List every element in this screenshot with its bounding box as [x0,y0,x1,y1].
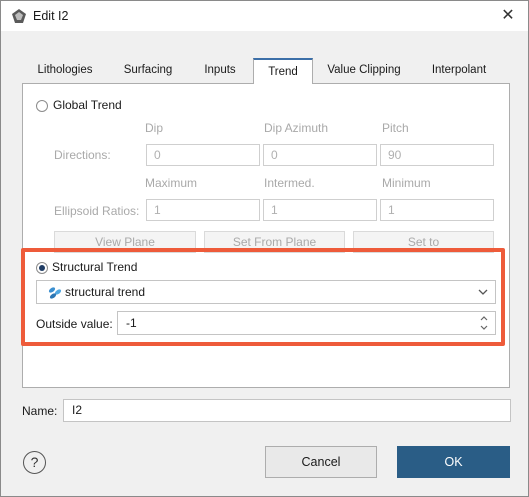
intermed-header: Intermed. [264,176,315,190]
structural-trend-value: structural trend [65,285,146,299]
app-logo-icon [12,9,26,23]
tab-value-clipping[interactable]: Value Clipping [314,58,414,84]
pitch-header: Pitch [382,121,409,135]
global-trend-radio[interactable] [36,100,48,112]
maximum-field[interactable]: 1 [146,199,260,221]
dip-azimuth-header: Dip Azimuth [264,121,329,135]
tab-interpolant[interactable]: Interpolant [415,58,503,84]
title-bar: Edit I2 ✕ [1,1,528,31]
name-label: Name: [22,404,58,418]
intermed-field[interactable]: 1 [263,199,377,221]
view-plane-button[interactable]: View Plane [54,231,196,253]
set-from-plane-button[interactable]: Set From Plane [204,231,345,253]
outside-value-value: -1 [126,316,137,330]
tab-trend[interactable]: Trend [253,58,313,85]
tab-bar: Lithologies Surfacing Inputs Trend Value… [22,58,510,85]
pitch-field[interactable]: 90 [380,144,494,166]
global-trend-label: Global Trend [53,98,122,112]
spinner-arrows-icon[interactable] [479,314,489,332]
close-icon: ✕ [501,7,515,24]
chevron-down-icon [478,289,488,295]
tab-surfacing[interactable]: Surfacing [109,58,187,84]
dip-field[interactable]: 0 [146,144,260,166]
structural-trend-radio[interactable] [36,262,48,274]
edit-dialog: Edit I2 ✕ Lithologies Surfacing Inputs T… [0,0,529,497]
structural-trend-label: Structural Trend [52,260,138,274]
name-input[interactable]: I2 [63,399,511,422]
tab-lithologies[interactable]: Lithologies [22,58,108,84]
minimum-field[interactable]: 1 [380,199,494,221]
outside-value-label: Outside value: [36,317,113,331]
help-icon[interactable]: ? [23,451,46,474]
set-to-button[interactable]: Set to [353,231,494,253]
minimum-header: Minimum [382,176,431,190]
close-button[interactable]: ✕ [498,6,518,26]
maximum-header: Maximum [145,176,198,190]
window-title: Edit I2 [33,9,69,23]
tab-inputs[interactable]: Inputs [188,58,252,84]
outside-value-spinner[interactable]: -1 [117,311,496,335]
dip-azimuth-field[interactable]: 0 [263,144,377,166]
dip-header: Dip [145,121,164,135]
structural-trend-icon [48,287,62,299]
ellipsoid-ratios-label: Ellipsoid Ratios: [54,204,140,218]
directions-label: Directions: [54,148,111,162]
structural-trend-select[interactable]: structural trend [36,280,496,304]
ok-button[interactable]: OK [397,446,510,478]
cancel-button[interactable]: Cancel [265,446,377,478]
